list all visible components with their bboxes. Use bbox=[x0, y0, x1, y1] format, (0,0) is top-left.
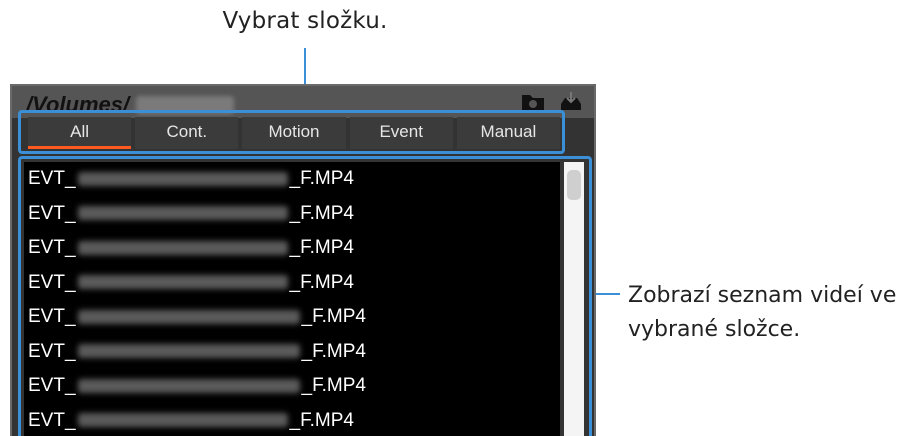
tab-all[interactable]: All bbox=[28, 117, 132, 149]
redacted-date bbox=[77, 309, 300, 324]
list-scrollbar[interactable] bbox=[564, 162, 584, 436]
list-item[interactable]: EVT_ _F.MP4 bbox=[24, 335, 560, 370]
list-item[interactable]: EVT_ _F.MP4 bbox=[24, 404, 560, 436]
callout-video-list-line1: Zobrazí seznam videí ve bbox=[628, 283, 897, 308]
list-item[interactable]: EVT_ _F.MP4 bbox=[24, 300, 560, 335]
redacted-date bbox=[77, 413, 288, 428]
video-file-list: EVT_ _F.MP4 EVT_ _F.MP4 EVT_ _F.MP4 EVT_ _F.… bbox=[24, 162, 560, 436]
redacted-date bbox=[77, 275, 288, 290]
redacted-date bbox=[77, 206, 288, 221]
list-item[interactable]: EVT_ _F.MP4 bbox=[24, 266, 560, 301]
list-item[interactable]: EVT_ _F.MP4 bbox=[24, 197, 560, 232]
list-item[interactable]: EVT_ _F.MP4 bbox=[24, 231, 560, 266]
callout-select-folder: Vybrat složku. bbox=[222, 8, 388, 34]
file-browser-window: /Volumes/ All Cont. Motion Event Manual … bbox=[10, 84, 596, 436]
redacted-date bbox=[77, 344, 300, 359]
redacted-date bbox=[77, 171, 288, 186]
tab-event[interactable]: Event bbox=[349, 117, 453, 149]
callout-video-list: Zobrazí seznam videí ve vybrané složce. bbox=[628, 279, 909, 347]
redacted-date bbox=[77, 240, 288, 255]
redacted-date bbox=[77, 378, 300, 393]
filter-tabs: All Cont. Motion Event Manual bbox=[28, 117, 561, 149]
list-item[interactable]: EVT_ _F.MP4 bbox=[24, 162, 560, 197]
tab-motion[interactable]: Motion bbox=[242, 117, 346, 149]
tab-manual[interactable]: Manual bbox=[456, 117, 561, 149]
tab-cont[interactable]: Cont. bbox=[135, 117, 239, 149]
scrollbar-thumb[interactable] bbox=[567, 170, 581, 200]
list-item[interactable]: EVT_ _F.MP4 bbox=[24, 369, 560, 404]
callout-video-list-line2: vybrané složce. bbox=[628, 317, 801, 342]
